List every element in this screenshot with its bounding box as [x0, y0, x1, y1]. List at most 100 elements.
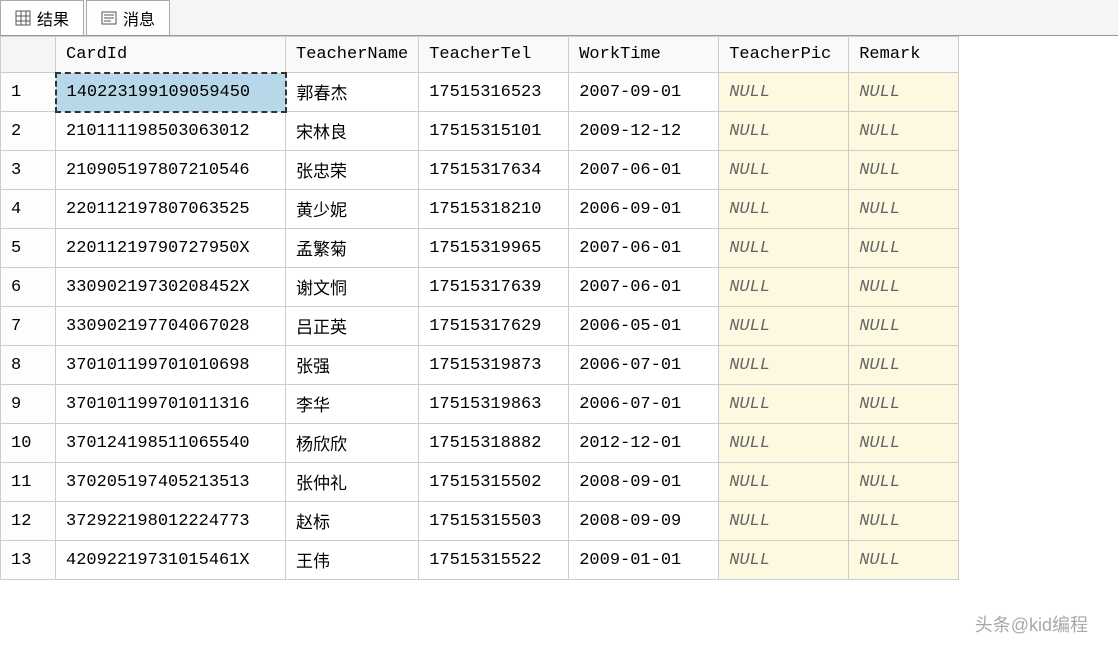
- cell-teacherpic[interactable]: NULL: [719, 112, 849, 151]
- cell-remark[interactable]: NULL: [849, 151, 959, 190]
- cell-teachername[interactable]: 吕正英: [286, 307, 419, 346]
- cell-cardid[interactable]: 370124198511065540: [56, 424, 286, 463]
- cell-teachername[interactable]: 张强: [286, 346, 419, 385]
- cell-worktime[interactable]: 2007-09-01: [569, 73, 719, 112]
- cell-teachertel[interactable]: 17515315101: [419, 112, 569, 151]
- cell-teachertel[interactable]: 17515319873: [419, 346, 569, 385]
- cell-teachertel[interactable]: 17515318210: [419, 190, 569, 229]
- cell-teachertel[interactable]: 17515317634: [419, 151, 569, 190]
- row-number[interactable]: 2: [1, 112, 56, 151]
- cell-teacherpic[interactable]: NULL: [719, 268, 849, 307]
- cell-teachertel[interactable]: 17515315502: [419, 463, 569, 502]
- cell-teacherpic[interactable]: NULL: [719, 73, 849, 112]
- cell-teacherpic[interactable]: NULL: [719, 346, 849, 385]
- cell-worktime[interactable]: 2007-06-01: [569, 229, 719, 268]
- cell-teachertel[interactable]: 17515316523: [419, 73, 569, 112]
- row-number[interactable]: 10: [1, 424, 56, 463]
- cell-worktime[interactable]: 2007-06-01: [569, 268, 719, 307]
- cell-teacherpic[interactable]: NULL: [719, 385, 849, 424]
- cell-cardid[interactable]: 372922198012224773: [56, 502, 286, 541]
- row-number[interactable]: 11: [1, 463, 56, 502]
- cell-cardid[interactable]: 210111198503063012: [56, 112, 286, 151]
- cell-teachername[interactable]: 赵标: [286, 502, 419, 541]
- cell-teachername[interactable]: 郭春杰: [286, 73, 419, 112]
- cell-teacherpic[interactable]: NULL: [719, 463, 849, 502]
- row-number[interactable]: 4: [1, 190, 56, 229]
- cell-teachername[interactable]: 黄少妮: [286, 190, 419, 229]
- cell-teacherpic[interactable]: NULL: [719, 307, 849, 346]
- tab-results[interactable]: 结果: [0, 0, 84, 35]
- cell-cardid[interactable]: 370101199701010698: [56, 346, 286, 385]
- cell-remark[interactable]: NULL: [849, 73, 959, 112]
- cell-remark[interactable]: NULL: [849, 424, 959, 463]
- row-number[interactable]: 5: [1, 229, 56, 268]
- cell-remark[interactable]: NULL: [849, 307, 959, 346]
- row-number[interactable]: 3: [1, 151, 56, 190]
- cell-teachertel[interactable]: 17515318882: [419, 424, 569, 463]
- cell-remark[interactable]: NULL: [849, 463, 959, 502]
- col-header-teachertel[interactable]: TeacherTel: [419, 37, 569, 73]
- cell-worktime[interactable]: 2009-12-12: [569, 112, 719, 151]
- cell-teacherpic[interactable]: NULL: [719, 541, 849, 580]
- cell-teacherpic[interactable]: NULL: [719, 502, 849, 541]
- row-number[interactable]: 9: [1, 385, 56, 424]
- row-number[interactable]: 6: [1, 268, 56, 307]
- cell-cardid[interactable]: 210905197807210546: [56, 151, 286, 190]
- cell-teachername[interactable]: 谢文恫: [286, 268, 419, 307]
- cell-worktime[interactable]: 2007-06-01: [569, 151, 719, 190]
- row-number[interactable]: 13: [1, 541, 56, 580]
- cell-teachername[interactable]: 张仲礼: [286, 463, 419, 502]
- cell-worktime[interactable]: 2006-07-01: [569, 346, 719, 385]
- cell-cardid[interactable]: 22011219790727950X: [56, 229, 286, 268]
- cell-teachertel[interactable]: 17515319863: [419, 385, 569, 424]
- cell-teachertel[interactable]: 17515315503: [419, 502, 569, 541]
- cell-worktime[interactable]: 2006-09-01: [569, 190, 719, 229]
- cell-cardid[interactable]: 220112197807063525: [56, 190, 286, 229]
- cell-cardid[interactable]: 42092219731015461X: [56, 541, 286, 580]
- cell-teacherpic[interactable]: NULL: [719, 424, 849, 463]
- cell-remark[interactable]: NULL: [849, 112, 959, 151]
- cell-cardid[interactable]: 370205197405213513: [56, 463, 286, 502]
- row-number[interactable]: 7: [1, 307, 56, 346]
- cell-remark[interactable]: NULL: [849, 346, 959, 385]
- cell-cardid[interactable]: 330902197704067028: [56, 307, 286, 346]
- col-header-teachername[interactable]: TeacherName: [286, 37, 419, 73]
- cell-cardid[interactable]: 33090219730208452X: [56, 268, 286, 307]
- cell-teacherpic[interactable]: NULL: [719, 151, 849, 190]
- cell-remark[interactable]: NULL: [849, 385, 959, 424]
- cell-remark[interactable]: NULL: [849, 541, 959, 580]
- cell-worktime[interactable]: 2009-01-01: [569, 541, 719, 580]
- cell-teachertel[interactable]: 17515317639: [419, 268, 569, 307]
- rownum-header[interactable]: [1, 37, 56, 73]
- cell-teachertel[interactable]: 17515315522: [419, 541, 569, 580]
- row-number[interactable]: 1: [1, 73, 56, 112]
- cell-teachertel[interactable]: 17515317629: [419, 307, 569, 346]
- col-header-cardid[interactable]: CardId: [56, 37, 286, 73]
- cell-teachertel[interactable]: 17515319965: [419, 229, 569, 268]
- col-header-remark[interactable]: Remark: [849, 37, 959, 73]
- cell-teachername[interactable]: 孟繁菊: [286, 229, 419, 268]
- cell-teacherpic[interactable]: NULL: [719, 190, 849, 229]
- cell-worktime[interactable]: 2012-12-01: [569, 424, 719, 463]
- cell-teachername[interactable]: 杨欣欣: [286, 424, 419, 463]
- cell-worktime[interactable]: 2006-07-01: [569, 385, 719, 424]
- col-header-worktime[interactable]: WorkTime: [569, 37, 719, 73]
- row-number[interactable]: 12: [1, 502, 56, 541]
- tab-messages[interactable]: 消息: [86, 0, 170, 35]
- col-header-teacherpic[interactable]: TeacherPic: [719, 37, 849, 73]
- cell-cardid[interactable]: 370101199701011316: [56, 385, 286, 424]
- cell-worktime[interactable]: 2006-05-01: [569, 307, 719, 346]
- cell-remark[interactable]: NULL: [849, 190, 959, 229]
- row-number[interactable]: 8: [1, 346, 56, 385]
- cell-remark[interactable]: NULL: [849, 502, 959, 541]
- cell-teacherpic[interactable]: NULL: [719, 229, 849, 268]
- cell-worktime[interactable]: 2008-09-09: [569, 502, 719, 541]
- cell-remark[interactable]: NULL: [849, 229, 959, 268]
- cell-remark[interactable]: NULL: [849, 268, 959, 307]
- cell-teachername[interactable]: 张忠荣: [286, 151, 419, 190]
- cell-teachername[interactable]: 宋林良: [286, 112, 419, 151]
- cell-cardid[interactable]: 140223199109059450: [56, 73, 286, 112]
- cell-teachername[interactable]: 王伟: [286, 541, 419, 580]
- cell-worktime[interactable]: 2008-09-01: [569, 463, 719, 502]
- results-grid[interactable]: CardId TeacherName TeacherTel WorkTime T…: [0, 36, 1118, 580]
